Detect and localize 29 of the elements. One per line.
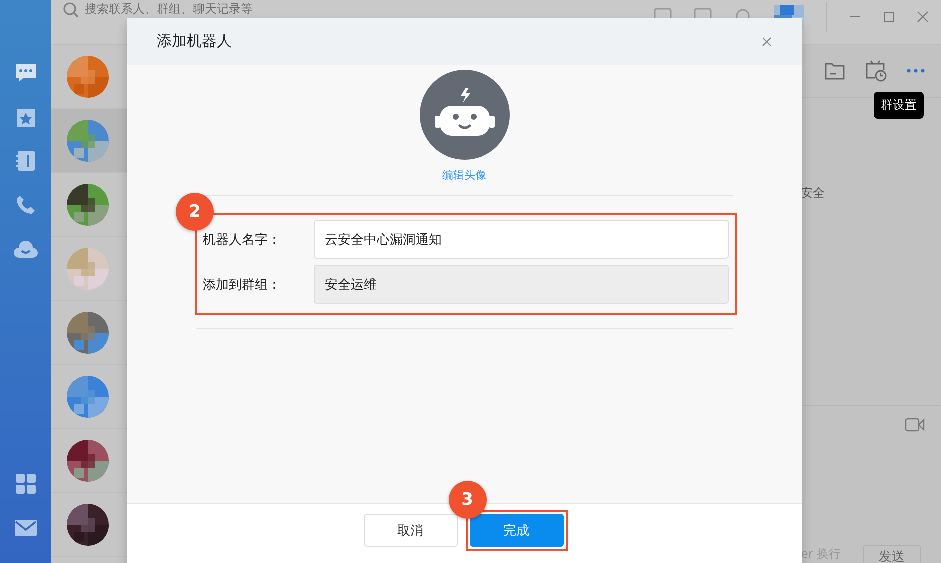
contacts-book-icon: [14, 150, 36, 172]
close-button[interactable]: [760, 34, 774, 48]
step-badge: 2: [176, 193, 214, 231]
done-button[interactable]: 完成: [470, 514, 564, 547]
send-button[interactable]: 发送: [863, 545, 922, 563]
folder-icon[interactable]: [825, 62, 845, 80]
more-icon[interactable]: [907, 69, 925, 73]
edit-avatar-link[interactable]: 编辑头像: [442, 168, 486, 183]
field-label: 机器人名字：: [203, 232, 282, 248]
chat-icon: [14, 62, 38, 84]
input-field[interactable]: 云安全中心漏洞通知: [314, 220, 729, 259]
dialog-title: 添加机器人: [157, 32, 232, 51]
close-icon[interactable]: [917, 11, 929, 23]
cloud-icon: [14, 239, 38, 259]
cancel-button[interactable]: 取消: [364, 514, 458, 547]
tooltip: 群设置: [874, 92, 924, 119]
video-call-icon[interactable]: [905, 418, 925, 432]
maximize-icon[interactable]: [883, 11, 895, 23]
calendar-clock-icon[interactable]: [865, 60, 887, 82]
message-text: 安全: [801, 186, 825, 200]
field-label: 添加到群组：: [203, 276, 282, 294]
phone-icon: [14, 194, 36, 216]
search-icon: [63, 2, 79, 18]
calendar-icon: [14, 106, 36, 128]
step-badge: 3: [448, 481, 486, 519]
apps-grid-icon: [14, 473, 36, 495]
robot-avatar-icon[interactable]: [420, 70, 510, 160]
search-field[interactable]: 搜索联系人、群组、聊天记录等: [85, 2, 253, 17]
mail-icon: [14, 519, 38, 537]
